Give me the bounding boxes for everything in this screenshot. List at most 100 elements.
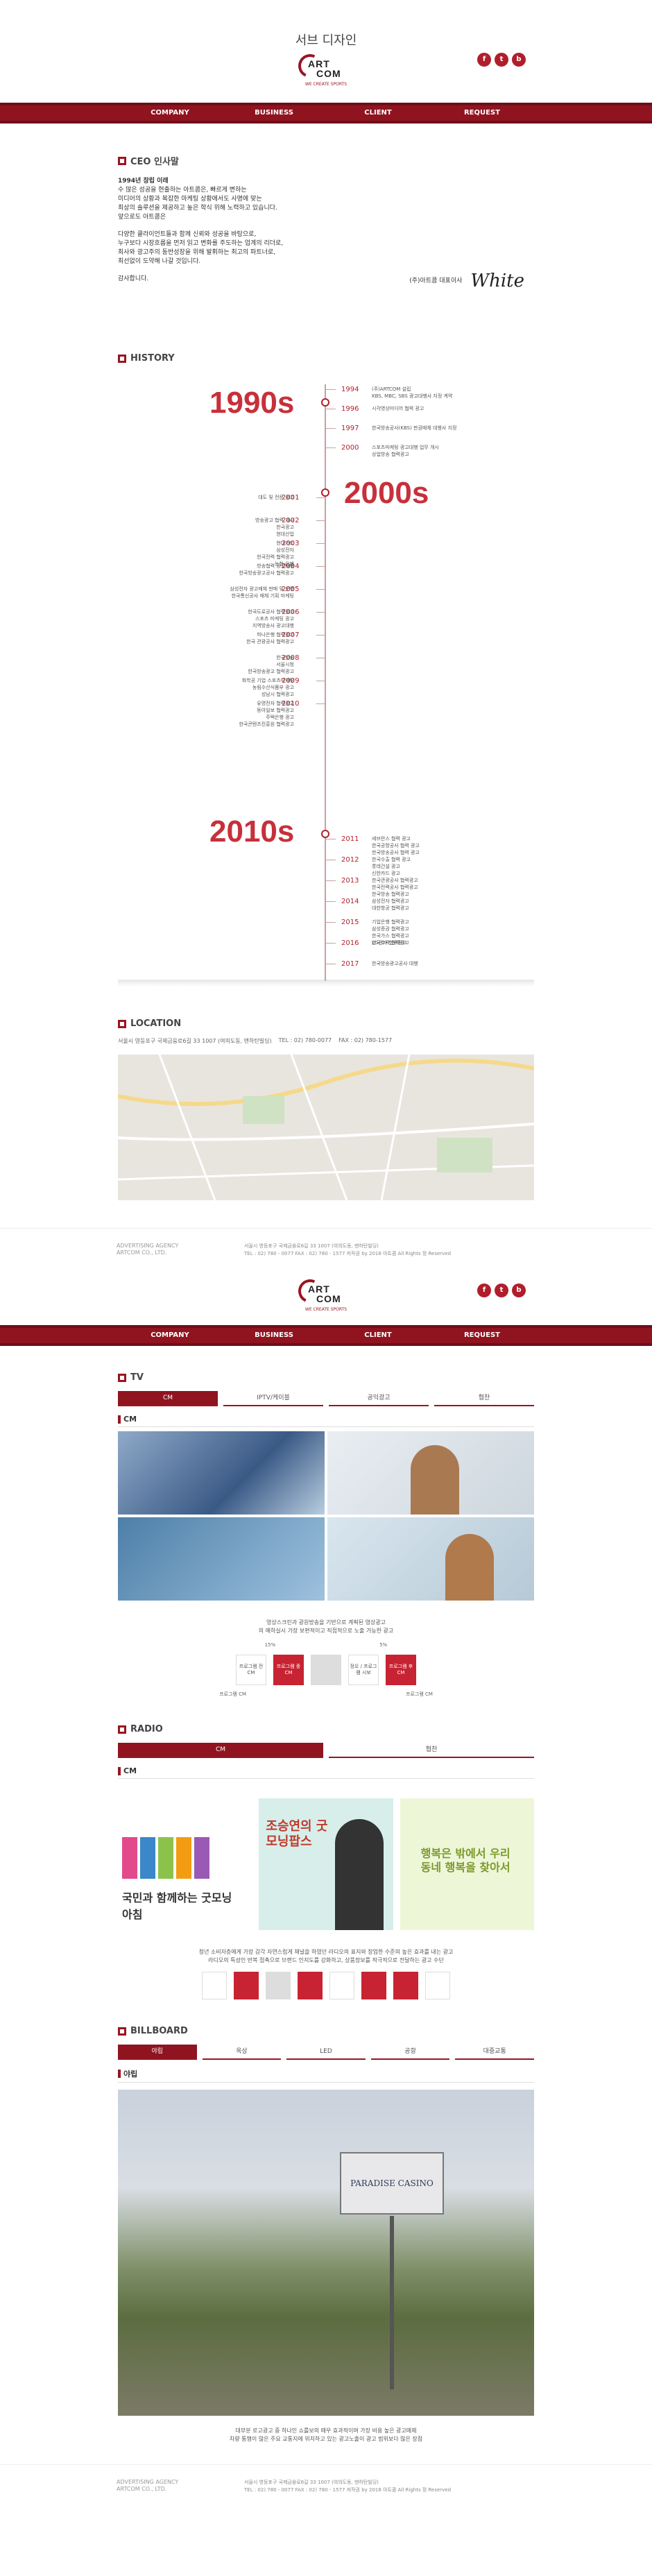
footer-corp: ARTCOM CO., LTD.: [117, 2486, 167, 2492]
nav-company[interactable]: COMPANY: [118, 1328, 222, 1343]
tab-radio-cm[interactable]: CM: [118, 1743, 323, 1758]
history-event: 세브란스 협력 광고 한국공항공사 협력 광고 한국방송공사 협력 광고: [372, 836, 420, 855]
timeline-tick: [316, 703, 326, 704]
tab-public[interactable]: 공익광고: [329, 1391, 429, 1406]
nav-client[interactable]: CLIENT: [326, 105, 430, 121]
tv-note: 5%: [379, 1642, 388, 1648]
tv-ad-image[interactable]: [327, 1517, 534, 1601]
tv-ad-image[interactable]: [118, 1517, 325, 1601]
tab-iptv[interactable]: IPTV/케이블: [223, 1391, 323, 1406]
timeline-tick: [316, 589, 326, 590]
footer-2: ADVERTISING AGENCY ARTCOM CO., LTD. 서울시 영…: [0, 2464, 652, 2506]
history-event: 한국관광공사 협력광고 한국전력공사 협력광고 한국방송 협력광고: [372, 878, 418, 897]
history-event: 하나은행 협력광고 한국 관광공사 협력광고: [246, 632, 294, 645]
tab-radio-sponsor[interactable]: 협찬: [329, 1743, 534, 1758]
location-heading: LOCATION: [130, 1018, 182, 1029]
timeline-tick: [326, 901, 336, 902]
square-bullet-icon: [118, 156, 126, 165]
nav-client[interactable]: CLIENT: [326, 1328, 430, 1343]
nav-request[interactable]: REQUEST: [430, 1328, 534, 1343]
ceo-signature: (주)아트콤 대표이사 White: [409, 271, 524, 291]
history-event: 방송광고 협력 개시 한국광고 현대산업: [255, 518, 294, 537]
twitter-icon[interactable]: t: [495, 53, 508, 67]
history-year: 2015: [341, 919, 359, 926]
timeline-tick: [316, 543, 326, 544]
timeline-tick: [326, 389, 336, 390]
history-event: 삼성전자 협력광고 대한항공 협력광고: [372, 898, 409, 911]
history-event: 한국방송광고공사 대행: [372, 961, 418, 966]
history-year: 2012: [341, 856, 359, 864]
history-event: 한국방송공사(KBS) 판권매체 대행사 지정: [372, 425, 457, 431]
tv-desc: 영상스크린과 광원방송을 기반으로 계획된 영상광고: [266, 1619, 386, 1626]
tv-sub: CM: [123, 1415, 137, 1424]
radio-bar: [425, 1972, 450, 1999]
billboard-image[interactable]: PARADISE CASINO: [118, 2090, 534, 2416]
nav-business[interactable]: BUSINESS: [222, 1328, 326, 1343]
blog-icon[interactable]: b: [512, 53, 526, 67]
timeline-tick: [316, 520, 326, 521]
tv-ad-image[interactable]: [118, 1431, 325, 1515]
history-event: 시각영상미디어 협력 광고: [372, 406, 424, 411]
timeline-tick: [316, 497, 326, 498]
tab-billboard-2[interactable]: LED: [286, 2045, 366, 2060]
facebook-icon[interactable]: f: [477, 1283, 491, 1297]
ceo-line: 미디어의 상황과 복잡한 마케팅 상황에서도 사명에 맞는: [118, 196, 262, 203]
timeline-dot: [321, 830, 329, 838]
radio-bar: [234, 1972, 259, 1999]
radio-heading: RADIO: [130, 1724, 163, 1734]
location-map[interactable]: [118, 1055, 534, 1200]
nav-business[interactable]: BUSINESS: [222, 105, 326, 121]
sns-links: f t b: [477, 53, 526, 67]
ceo-bold: 1994년 창립 이래: [118, 178, 169, 185]
radio-bar: [202, 1972, 227, 1999]
nav-company[interactable]: COMPANY: [118, 105, 222, 121]
timeline-tick: [326, 943, 336, 944]
page-title: 서브 디자인: [295, 33, 357, 48]
tel: TEL : 02) 780-0077: [278, 1037, 332, 1043]
history-year: 1994: [341, 386, 359, 393]
artcom-logo-2[interactable]: ART COM WE CREATE SPORTS: [295, 1276, 354, 1314]
tv-bar: 정오 / 프로그램 시보: [348, 1655, 379, 1685]
tv-desc: 의 예하실시 가장 보편적이고 직접적으로 노출 가능한 광고: [258, 1628, 394, 1634]
history-year: 2014: [341, 898, 359, 905]
radio-desc: 라디오의 특성인 반복 접촉으로 브랜드 인지도를 강화하고, 상품정보를 적극…: [208, 1957, 444, 1963]
square-bullet-icon: [118, 1725, 126, 1734]
radio-ad-image[interactable]: 국민과 함께하는 굿모닝 아침: [118, 1798, 252, 1930]
tab-cm[interactable]: CM: [118, 1391, 218, 1406]
ceo-line: 다양한 클라이언트들과 함께 신뢰와 성공을 바탕으로,: [118, 231, 257, 238]
history-event: 화학공 기업 스포츠마케팅 농림수산식품부 광고 성남시 협력광고: [241, 678, 294, 697]
timeline-dot: [321, 488, 329, 497]
tv-ad-image[interactable]: [327, 1431, 534, 1515]
timeline-tick: [326, 880, 336, 881]
ceo-section: CEO 인사말 1994년 창립 이래 수 많은 성공을 현출하는 아트콤은, …: [118, 154, 534, 291]
billboard-desc: 차량 통행이 많은 주요 교통지에 위치하고 있는 광고노출이 광고 범위보다 …: [229, 2436, 423, 2442]
billboard-heading: BILLBOARD: [130, 2026, 188, 2036]
timeline-line: [325, 384, 326, 981]
tab-billboard-1[interactable]: 옥상: [202, 2045, 282, 2060]
history-event: 한국방송 서울시청 한국방송광고 협력광고: [248, 655, 294, 674]
tab-billboard-3[interactable]: 공항: [370, 2045, 450, 2060]
twitter-icon[interactable]: t: [495, 1283, 508, 1297]
history-section: HISTORY 1990s 2000s 2010s 1994 (주)ARTCOM …: [118, 353, 534, 987]
radio-bar: [298, 1972, 323, 1999]
tab-sponsor[interactable]: 협찬: [434, 1391, 534, 1406]
nav-request[interactable]: REQUEST: [430, 105, 534, 121]
radio-bar: [361, 1972, 386, 1999]
radio-section: RADIO CM 협찬 CM 국민과 함께하는 굿모닝 아침 조승연의 굿모닝팝…: [118, 1724, 534, 1999]
square-bullet-icon: [118, 354, 126, 363]
tv-foot: 프로그램 CM: [406, 1691, 433, 1697]
billboard-section: BILLBOARD 야립 옥상 LED 공항 대중교통 야립 PARADISE …: [118, 2026, 534, 2443]
facebook-icon[interactable]: f: [477, 53, 491, 67]
square-bullet-icon: [118, 1373, 126, 1382]
tv-heading: TV: [130, 1372, 144, 1383]
radio-ad-image[interactable]: 행복은 밖에서 우리 동네 행복을 찾아서: [400, 1798, 534, 1930]
radio-ad-image[interactable]: 조승연의 굿모닝팝스: [259, 1798, 393, 1930]
artcom-logo[interactable]: ART COM WE CREATE SPORTS: [295, 51, 354, 89]
history-year: 2011: [341, 835, 359, 843]
blog-icon[interactable]: b: [512, 1283, 526, 1297]
tab-billboard-4[interactable]: 대중교통: [455, 2045, 534, 2060]
tab-billboard-0[interactable]: 야립: [118, 2045, 197, 2060]
timeline-tick: [316, 635, 326, 636]
main-nav: COMPANY BUSINESS CLIENT REQUEST: [0, 103, 652, 123]
ceo-line: 누구보다 시장흐름을 먼저 읽고 변화를 주도하는 업계의 리더로,: [118, 240, 284, 247]
